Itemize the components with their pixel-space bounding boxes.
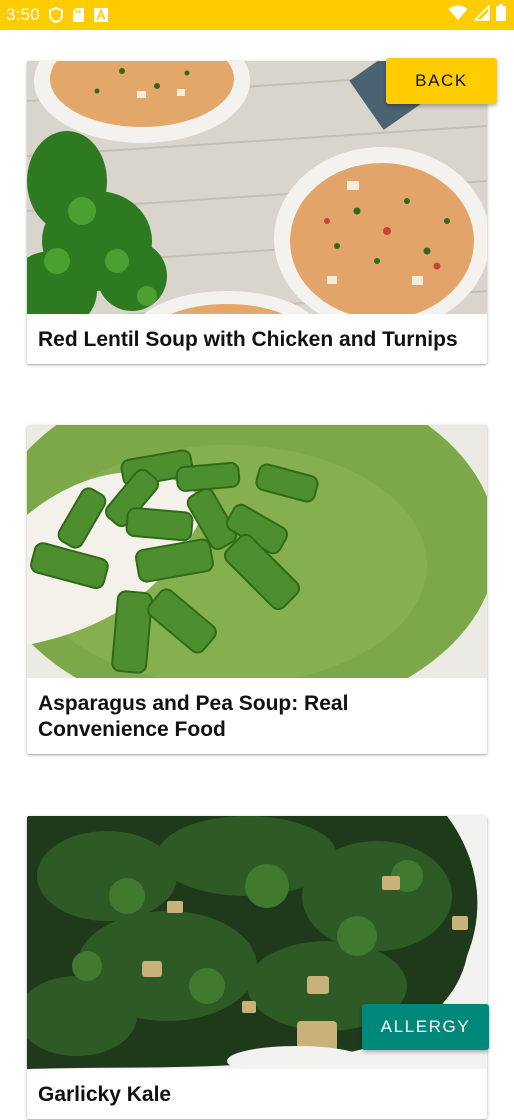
asparagus-pea-soup-photo — [27, 425, 487, 678]
signal-icon — [473, 3, 490, 26]
font-app-icon — [93, 8, 108, 22]
recipe-card[interactable]: Red Lentil Soup with Chicken and Turnips — [27, 61, 487, 364]
status-bar: 3:50 — [0, 0, 514, 30]
shield-icon — [48, 7, 63, 23]
battery-icon — [496, 4, 506, 26]
back-button[interactable]: BACK — [386, 58, 497, 104]
recipe-title: Garlicky Kale — [38, 1083, 172, 1106]
recipe-card[interactable]: Asparagus and Pea Soup: Real Convenience… — [27, 425, 487, 754]
status-time: 3:50 — [6, 5, 40, 24]
recipe-card[interactable]: Garlicky Kale — [27, 816, 487, 1119]
status-right-icons — [448, 0, 506, 30]
allergy-button[interactable]: ALLERGY — [362, 1004, 489, 1050]
sd-card-icon — [72, 7, 85, 23]
wifi-icon — [448, 5, 468, 26]
recipe-title: Asparagus and Pea Soup: Real Convenience… — [38, 692, 349, 741]
recipe-title: Red Lentil Soup with Chicken and Turnips — [38, 328, 458, 351]
